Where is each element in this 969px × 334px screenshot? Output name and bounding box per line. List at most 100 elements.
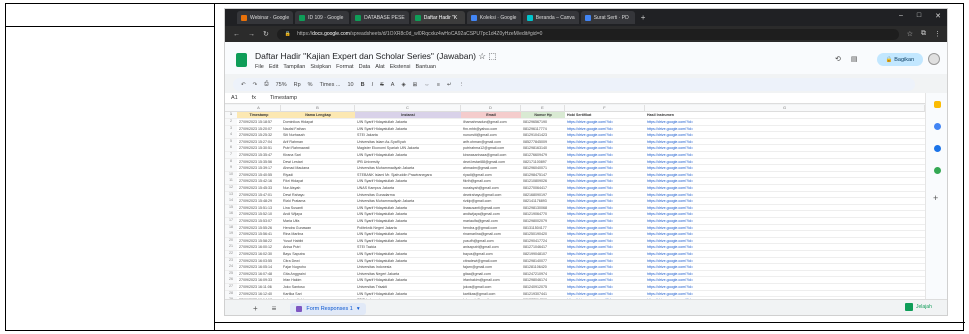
row-number[interactable]: 12	[225, 185, 237, 191]
table-cell[interactable]: gitaa@gmail.com	[463, 272, 519, 276]
table-cell[interactable]: 081291041423	[523, 133, 563, 137]
link-cell[interactable]: https://drive.google.com/?id=	[647, 219, 923, 223]
header-cell[interactable]: Hasil Instrumen	[647, 113, 923, 117]
link-cell[interactable]: https://drive.google.com/?id=	[647, 206, 923, 210]
table-cell[interactable]: 27/09/2023 15:20:07	[239, 127, 279, 131]
font-size-input[interactable]: 10	[347, 82, 353, 88]
table-cell[interactable]: Naufal Fathan	[283, 127, 353, 131]
link-cell[interactable]: https://drive.google.com/?id=	[647, 278, 923, 282]
align-icon[interactable]: ≡	[437, 82, 440, 88]
share-button[interactable]: 🔒 Bagikan	[877, 53, 923, 66]
bookmark-star-icon[interactable]: ☆	[907, 30, 913, 38]
table-cell[interactable]: 27/09/2023 15:18:57	[239, 120, 279, 124]
link-cell[interactable]: https://drive.google.com/?id=	[647, 265, 923, 269]
table-cell[interactable]: Andi Wijaya	[283, 212, 353, 216]
table-cell[interactable]: Fikri Hidayat	[283, 179, 353, 183]
table-cell[interactable]: kartikas@gmail.com	[463, 292, 519, 296]
table-cell[interactable]: rizkip@gmail.com	[463, 199, 519, 203]
table-cell[interactable]: riyadi@gmail.com	[463, 173, 519, 177]
header-cell[interactable]: Timestamp	[239, 113, 279, 117]
row-number[interactable]: 14	[225, 198, 237, 205]
link-cell[interactable]: https://drive.google.com/?id=	[567, 146, 643, 150]
link-cell[interactable]: https://drive.google.com/?id=	[647, 146, 923, 150]
browser-tab[interactable]: Beranda – Canva	[522, 11, 579, 24]
explore-button[interactable]: Jelajah	[905, 303, 932, 311]
table-row[interactable]: 4 27/09/2023 15:25:32 Siti Nurhasah STEI Ja…	[225, 132, 925, 139]
table-cell[interactable]: Bayu Saputra	[283, 252, 353, 256]
table-cell[interactable]: 081311504177	[523, 226, 563, 230]
row-number[interactable]: 6	[225, 145, 237, 152]
table-cell[interactable]: 081247210974	[523, 272, 563, 276]
table-cell[interactable]: 081240912075	[523, 285, 563, 289]
tasks-icon[interactable]	[934, 123, 941, 130]
table-cell[interactable]: STEI Tazkia	[357, 245, 459, 249]
link-cell[interactable]: https://drive.google.com/?id=	[647, 160, 923, 164]
row-number[interactable]: 16	[225, 211, 237, 218]
table-cell[interactable]: 27/09/2023 15:53:07	[239, 219, 279, 223]
table-cell[interactable]: 081290417724	[523, 239, 563, 243]
contacts-icon[interactable]	[934, 145, 941, 152]
table-cell[interactable]: Universitas Islam As-Syafi'iyah	[357, 140, 459, 144]
column-header[interactable]: C	[355, 105, 461, 112]
table-cell[interactable]: UIN Syarif Hidayatullah Jakarta	[357, 252, 459, 256]
row-number[interactable]: 1	[225, 112, 237, 118]
table-row[interactable]: 28 27/09/2023 16:12:40 Kartika Sari UIN Sya…	[225, 290, 925, 298]
table-cell[interactable]: nunursiti@gmail.com	[463, 133, 519, 137]
merge-icon[interactable]: ⇔	[424, 82, 430, 88]
table-cell[interactable]: 27/09/2023 15:35:56	[239, 160, 279, 164]
table-cell[interactable]: andiwijaya@gmail.com	[463, 212, 519, 216]
zoom-select[interactable]: 75%	[276, 82, 287, 88]
row-number[interactable]: 21	[225, 244, 237, 251]
row-number[interactable]: 18	[225, 224, 237, 231]
table-row[interactable]: 7 27/09/2023 15:35:47 Kirana Sari UIN Syari…	[225, 152, 925, 159]
link-cell[interactable]: https://drive.google.com/?id=	[647, 272, 923, 276]
link-cell[interactable]: https://drive.google.com/?id=	[567, 239, 643, 243]
table-cell[interactable]: 081298002079	[523, 219, 563, 223]
table-cell[interactable]: 27/09/2023 15:47:01	[239, 193, 279, 197]
table-cell[interactable]: 081296040071	[523, 166, 563, 170]
table-cell[interactable]: UIN Syarif Hidayatullah Jakarta	[357, 153, 459, 157]
table-row[interactable]: 11 27/09/2023 15:42:16 Fikri Hidayat UIN Sy…	[225, 178, 925, 185]
link-cell[interactable]: https://drive.google.com/?id=	[567, 127, 643, 131]
table-cell[interactable]: 081296567190	[523, 120, 563, 124]
wrap-icon[interactable]: ↵	[447, 82, 452, 88]
table-cell[interactable]: STEI Jakarta	[357, 133, 459, 137]
table-cell[interactable]: 081296117774	[523, 127, 563, 131]
link-cell[interactable]: https://drive.google.com/?id=	[567, 173, 643, 177]
browser-tab[interactable]: Koleksi · Google	[466, 11, 521, 24]
table-cell[interactable]: Irfan Hakim	[283, 278, 353, 282]
link-cell[interactable]: https://drive.google.com/?id=	[567, 232, 643, 236]
row-number[interactable]: 3	[225, 125, 237, 132]
table-cell[interactable]: 27/09/2023 15:48:29	[239, 199, 279, 203]
row-number[interactable]: 15	[225, 204, 237, 211]
table-cell[interactable]: 27/09/2023 15:58:22	[239, 239, 279, 243]
table-row[interactable]: 8 27/09/2023 15:35:56 Dewi Lestari IPB Univ…	[225, 158, 925, 166]
link-cell[interactable]: https://drive.google.com/?id=	[567, 133, 643, 137]
table-cell[interactable]: Anisa Putri	[283, 245, 353, 249]
link-cell[interactable]: https://drive.google.com/?id=	[567, 199, 643, 203]
table-cell[interactable]: Citra Dewi	[283, 259, 353, 263]
table-cell[interactable]: kiranasarinaza@gmail.com	[463, 153, 519, 157]
table-row[interactable]: 12 27/09/2023 15:45:33 Nur Aisyah UNAS Kamp…	[225, 185, 925, 192]
table-cell[interactable]: Arif Rahman	[283, 140, 353, 144]
header-cell[interactable]: Nama Lengkap	[283, 113, 353, 117]
link-cell[interactable]: https://drive.google.com/?id=	[647, 259, 923, 263]
row-number[interactable]: 17	[225, 218, 237, 224]
link-cell[interactable]: https://drive.google.com/?id=	[567, 166, 643, 170]
cell-reference[interactable]: A1	[231, 95, 238, 101]
column-header[interactable]: B	[281, 105, 355, 112]
link-cell[interactable]: https://drive.google.com/?id=	[647, 186, 923, 190]
table-row[interactable]: 17 27/09/2023 15:53:07 Maria Ulfa UIN Syari…	[225, 218, 925, 225]
table-row[interactable]: 14 27/09/2023 15:48:29 Rizki Pratama Univer…	[225, 198, 925, 205]
table-cell[interactable]: 27/09/2023 15:55:26	[239, 226, 279, 230]
close-icon[interactable]: ✕	[935, 12, 941, 20]
row-number[interactable]: 27	[225, 284, 237, 290]
table-cell[interactable]: 27/09/2023 15:27:04	[239, 140, 279, 144]
table-cell[interactable]: Gita Anggraini	[283, 272, 353, 276]
history-icon[interactable]: ⟲	[835, 55, 841, 63]
link-cell[interactable]: https://drive.google.com/?id=	[567, 245, 643, 249]
table-cell[interactable]: Universitas Muhammadiyah Jakarta	[357, 199, 459, 203]
table-cell[interactable]: Joko Santoso	[283, 285, 353, 289]
table-cell[interactable]: dewirahayu@gmail.com	[463, 193, 519, 197]
menu-item[interactable]: Data	[359, 64, 371, 70]
